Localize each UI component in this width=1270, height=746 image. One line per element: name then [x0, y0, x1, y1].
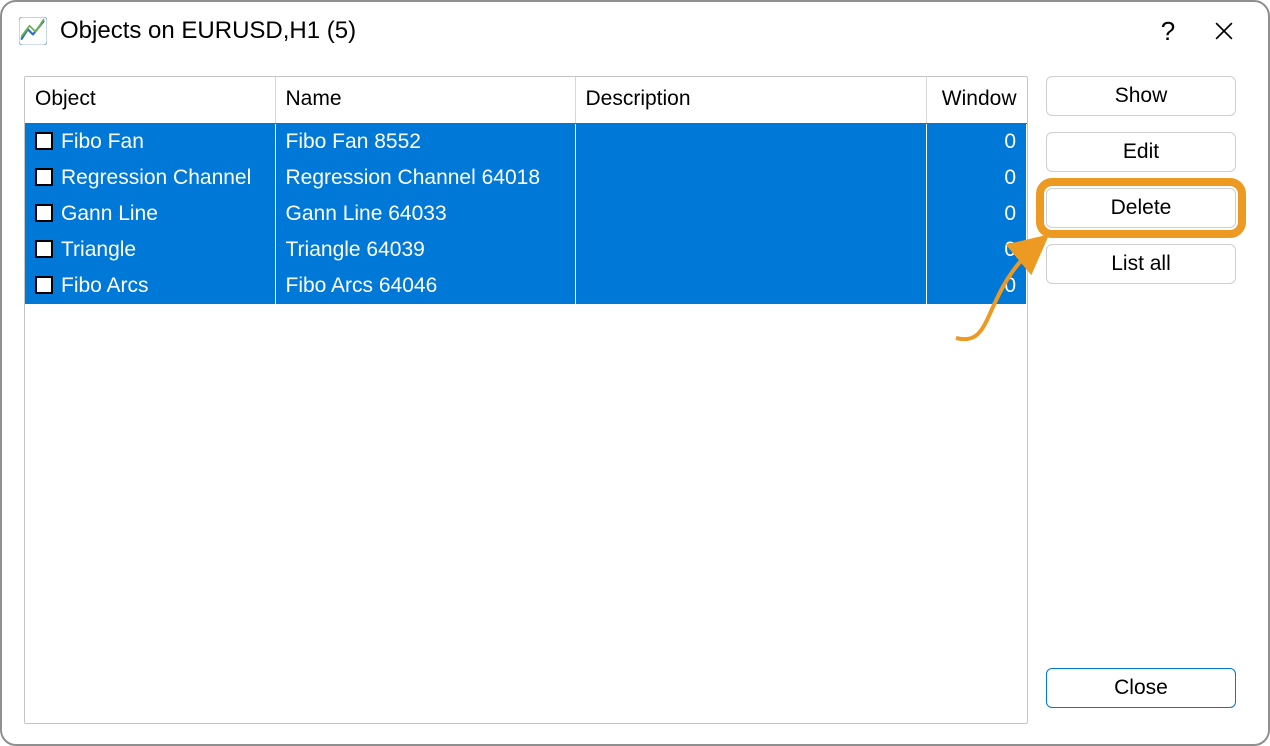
table-row[interactable]: Triangle Triangle 64039 0 [25, 232, 1027, 268]
column-header-object[interactable]: Object [25, 77, 275, 124]
window-title: Objects on EURUSD,H1 (5) [60, 17, 356, 45]
table-row[interactable]: Regression Channel Regression Channel 640… [25, 160, 1027, 196]
list-all-button[interactable]: List all [1046, 244, 1236, 284]
cell-object-label: Fibo Arcs [61, 274, 149, 297]
cell-name: Gann Line 64033 [275, 196, 575, 232]
cell-name: Triangle 64039 [275, 232, 575, 268]
column-header-window[interactable]: Window [927, 77, 1027, 124]
cell-window: 0 [927, 196, 1027, 232]
content-area: Object Name Description Window Fibo FanF… [2, 60, 1268, 744]
chart-icon [18, 16, 48, 46]
row-checkbox[interactable] [35, 132, 53, 150]
cell-object-label: Gann Line [61, 202, 158, 225]
cell-description [575, 160, 927, 196]
cell-window: 0 [927, 232, 1027, 268]
cell-object-label: Fibo Fan [61, 130, 144, 153]
cell-description [575, 232, 927, 268]
delete-button[interactable]: Delete [1046, 188, 1236, 228]
side-button-panel: Show Edit Delete List all Close [1046, 76, 1246, 724]
row-checkbox[interactable] [35, 204, 53, 222]
title-bar: Objects on EURUSD,H1 (5) ? [2, 2, 1268, 60]
cell-object: Regression Channel [25, 160, 275, 196]
dialog-window: Objects on EURUSD,H1 (5) ? Object Name [0, 0, 1270, 746]
table-row[interactable]: Fibo Fan Fibo Fan 8552 0 [25, 124, 1027, 161]
cell-description [575, 268, 927, 304]
row-checkbox[interactable] [35, 276, 53, 294]
table-header-row: Object Name Description Window [25, 77, 1027, 124]
table-empty-area [25, 304, 1027, 723]
cell-name: Fibo Fan 8552 [275, 124, 575, 161]
column-header-description[interactable]: Description [575, 77, 927, 124]
row-checkbox[interactable] [35, 168, 53, 186]
cell-object: Triangle [25, 232, 275, 268]
table-row[interactable]: Gann Line Gann Line 64033 0 [25, 196, 1027, 232]
cell-object-label: Triangle [61, 238, 136, 261]
cell-object: Gann Line [25, 196, 275, 232]
cell-name: Fibo Arcs 64046 [275, 268, 575, 304]
cell-window: 0 [927, 160, 1027, 196]
cell-window: 0 [927, 268, 1027, 304]
cell-object-label: Regression Channel [61, 166, 251, 189]
cell-window: 0 [927, 124, 1027, 161]
show-button[interactable]: Show [1046, 76, 1236, 116]
table-row[interactable]: Fibo Arcs Fibo Arcs 64046 0 [25, 268, 1027, 304]
column-header-name[interactable]: Name [275, 77, 575, 124]
cell-object: Fibo Fan [25, 124, 275, 161]
edit-button[interactable]: Edit [1046, 132, 1236, 172]
help-button[interactable]: ? [1140, 8, 1196, 54]
row-checkbox[interactable] [35, 240, 53, 258]
cell-description [575, 124, 927, 161]
cell-description [575, 196, 927, 232]
cell-object: Fibo Arcs [25, 268, 275, 304]
close-button[interactable]: Close [1046, 668, 1236, 708]
close-icon[interactable] [1196, 8, 1252, 54]
cell-name: Regression Channel 64018 [275, 160, 575, 196]
objects-table: Object Name Description Window Fibo FanF… [24, 76, 1028, 724]
